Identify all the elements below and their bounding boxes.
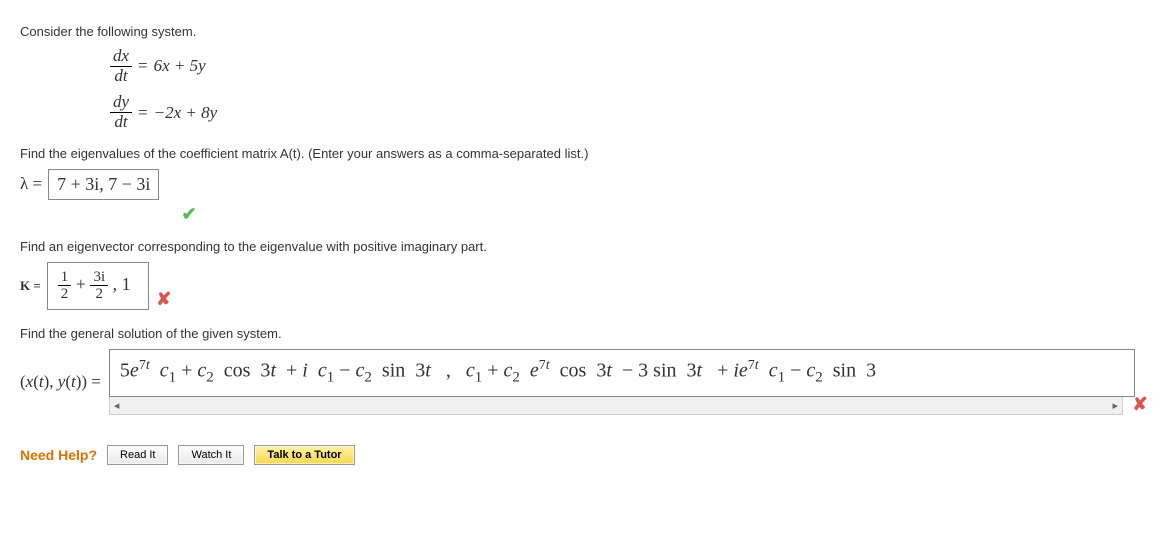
cross-icon: ✘ (1131, 394, 1149, 415)
cross-icon: ✘ (155, 289, 173, 310)
general-solution-prompt: Find the general solution of the given s… (20, 326, 1149, 341)
problem-intro: Consider the following system. (20, 24, 1149, 39)
lambda-input[interactable]: 7 + 3i, 7 − 3i (48, 169, 159, 200)
scroll-left-icon[interactable]: ◂ (114, 399, 120, 412)
eigenvalue-prompt: Find the eigenvalues of the coefficient … (20, 146, 1149, 161)
talk-tutor-button[interactable]: Talk to a Tutor (254, 445, 354, 465)
k-label: K = (20, 278, 41, 294)
solution-label: (x(t), y(t)) = (20, 372, 101, 392)
lambda-label: λ = (20, 174, 42, 194)
equation-1: dx dt = 6x + 5y (110, 47, 1149, 85)
need-help-label: Need Help? (20, 447, 97, 463)
scroll-right-icon[interactable]: ▸ (1112, 399, 1118, 412)
read-it-button[interactable]: Read It (107, 445, 168, 465)
check-icon: ✔ (180, 204, 198, 225)
equation-2: dy dt = −2x + 8y (110, 93, 1149, 131)
k-input[interactable]: 1 2 + 3i 2 , 1 (47, 262, 149, 310)
solution-input[interactable]: 5e7t c1 + c2 cos 3t + i c1 − c2 sin 3t ,… (109, 349, 1135, 397)
watch-it-button[interactable]: Watch It (178, 445, 244, 465)
eigenvector-prompt: Find an eigenvector corresponding to the… (20, 239, 1149, 254)
horizontal-scrollbar[interactable]: ◂ ▸ (109, 397, 1123, 415)
